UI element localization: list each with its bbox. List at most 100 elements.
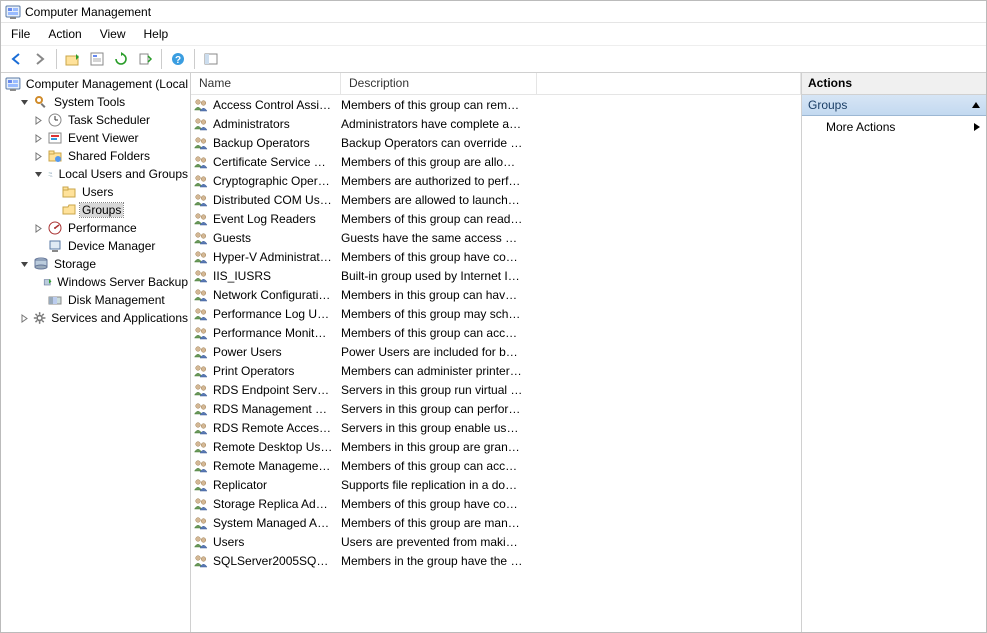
- group-name: Backup Operators: [209, 136, 337, 150]
- list-item[interactable]: Event Log ReadersMembers of this group c…: [191, 209, 801, 228]
- list-item[interactable]: Print OperatorsMembers can administer pr…: [191, 361, 801, 380]
- tree-system-tools[interactable]: System Tools: [19, 93, 190, 111]
- list-item[interactable]: SQLServer2005SQLBro...Members in the gro…: [191, 551, 801, 570]
- list-item[interactable]: ReplicatorSupports file replication in a…: [191, 475, 801, 494]
- group-icon: [193, 211, 209, 227]
- refresh-button[interactable]: [110, 48, 132, 70]
- help-icon: [170, 51, 186, 67]
- column-description[interactable]: Description: [341, 73, 537, 94]
- group-description: Members of this group are mana...: [337, 516, 527, 530]
- help-button[interactable]: [167, 48, 189, 70]
- toolbar-separator: [56, 49, 57, 69]
- arrow-left-icon: [8, 51, 24, 67]
- body: Computer Management (Local System Tools …: [1, 73, 986, 632]
- group-description: Members of this group can acces...: [337, 326, 527, 340]
- list-item[interactable]: Performance Log UsersMembers of this gro…: [191, 304, 801, 323]
- tree-pane: Computer Management (Local System Tools …: [1, 73, 191, 632]
- tree-shared-folders[interactable]: Shared Folders: [33, 147, 190, 165]
- tree-label: Event Viewer: [66, 131, 140, 145]
- group-description: Built-in group used by Internet Inf...: [337, 269, 527, 283]
- menu-file[interactable]: File: [3, 25, 38, 43]
- actions-group[interactable]: Groups: [802, 95, 986, 116]
- list-item[interactable]: Access Control Assist...Members of this …: [191, 95, 801, 114]
- group-name: Power Users: [209, 345, 337, 359]
- list-item[interactable]: IIS_IUSRSBuilt-in group used by Internet…: [191, 266, 801, 285]
- group-name: Remote Management...: [209, 459, 337, 473]
- twisty-icon[interactable]: [19, 313, 30, 324]
- tree-users-folder[interactable]: Users: [47, 183, 190, 201]
- pane-toggle-icon: [203, 51, 219, 67]
- list-item[interactable]: Hyper-V AdministratorsMembers of this gr…: [191, 247, 801, 266]
- tree-server-backup[interactable]: Windows Server Backup: [33, 273, 190, 291]
- group-description: Members of this group have com...: [337, 497, 527, 511]
- tree-event-viewer[interactable]: Event Viewer: [33, 129, 190, 147]
- tree-local-users-groups[interactable]: Local Users and Groups: [33, 165, 190, 183]
- list-item[interactable]: RDS Endpoint ServersServers in this grou…: [191, 380, 801, 399]
- list-item[interactable]: GuestsGuests have the same access as m..…: [191, 228, 801, 247]
- tree-performance[interactable]: Performance: [33, 219, 190, 237]
- list-item[interactable]: UsersUsers are prevented from making ...: [191, 532, 801, 551]
- group-description: Members of this group can acces...: [337, 459, 527, 473]
- window: Computer Management File Action View Hel…: [0, 0, 987, 633]
- tree-label: Computer Management (Local: [24, 77, 190, 91]
- group-name: Storage Replica Admi...: [209, 497, 337, 511]
- twisty-icon[interactable]: [19, 259, 30, 270]
- menu-view[interactable]: View: [92, 25, 134, 43]
- group-icon: [193, 268, 209, 284]
- list-item[interactable]: Network Configuratio...Members in this g…: [191, 285, 801, 304]
- app-icon: [5, 4, 21, 20]
- twisty-icon[interactable]: [33, 169, 44, 180]
- tree-task-scheduler[interactable]: Task Scheduler: [33, 111, 190, 129]
- group-icon: [193, 135, 209, 151]
- twisty-icon[interactable]: [33, 133, 44, 144]
- list-item[interactable]: Cryptographic Operat...Members are autho…: [191, 171, 801, 190]
- pane-toggle-button[interactable]: [200, 48, 222, 70]
- group-icon: [193, 363, 209, 379]
- tree-groups-folder[interactable]: Groups: [47, 201, 190, 219]
- list-item[interactable]: AdministratorsAdministrators have comple…: [191, 114, 801, 133]
- export-button[interactable]: [134, 48, 156, 70]
- up-button[interactable]: [62, 48, 84, 70]
- properties-button[interactable]: [86, 48, 108, 70]
- twisty-icon[interactable]: [33, 151, 44, 162]
- export-icon: [137, 51, 153, 67]
- list-item[interactable]: Certificate Service DC...Members of this…: [191, 152, 801, 171]
- folder-up-icon: [65, 51, 81, 67]
- list-item[interactable]: RDS Management Ser...Servers in this gro…: [191, 399, 801, 418]
- menu-help[interactable]: Help: [136, 25, 177, 43]
- column-name[interactable]: Name: [191, 73, 341, 94]
- twisty-icon[interactable]: [33, 115, 44, 126]
- folder-open-icon: [61, 202, 77, 218]
- group-name: RDS Endpoint Servers: [209, 383, 337, 397]
- actions-more-label: More Actions: [826, 120, 895, 134]
- tree-storage[interactable]: Storage: [19, 255, 190, 273]
- list-item[interactable]: Backup OperatorsBackup Operators can ove…: [191, 133, 801, 152]
- tree-disk-management[interactable]: Disk Management: [33, 291, 190, 309]
- list-item[interactable]: Remote Management...Members of this grou…: [191, 456, 801, 475]
- group-icon: [193, 477, 209, 493]
- list-item[interactable]: System Managed Acc...Members of this gro…: [191, 513, 801, 532]
- list-item[interactable]: RDS Remote Access S...Servers in this gr…: [191, 418, 801, 437]
- list-item[interactable]: Storage Replica Admi...Members of this g…: [191, 494, 801, 513]
- back-button[interactable]: [5, 48, 27, 70]
- tree-services-apps[interactable]: Services and Applications: [19, 309, 190, 327]
- device-icon: [47, 238, 63, 254]
- list-item[interactable]: Remote Desktop UsersMembers in this grou…: [191, 437, 801, 456]
- twisty-icon[interactable]: [19, 97, 30, 108]
- toolbar: [1, 45, 986, 73]
- list-item[interactable]: Distributed COM UsersMembers are allowed…: [191, 190, 801, 209]
- forward-button[interactable]: [29, 48, 51, 70]
- list-item[interactable]: Power UsersPower Users are included for …: [191, 342, 801, 361]
- list-item[interactable]: Performance Monitor ...Members of this g…: [191, 323, 801, 342]
- group-name: Administrators: [209, 117, 337, 131]
- group-icon: [193, 173, 209, 189]
- submenu-icon: [974, 123, 980, 131]
- menu-action[interactable]: Action: [40, 25, 89, 43]
- tree-device-manager[interactable]: Device Manager: [33, 237, 190, 255]
- group-name: Certificate Service DC...: [209, 155, 337, 169]
- twisty-icon[interactable]: [33, 223, 44, 234]
- group-description: Members in this group are grante...: [337, 440, 527, 454]
- actions-more[interactable]: More Actions: [802, 116, 986, 138]
- tree-root[interactable]: Computer Management (Local: [5, 75, 190, 93]
- tree: Computer Management (Local System Tools …: [5, 75, 190, 327]
